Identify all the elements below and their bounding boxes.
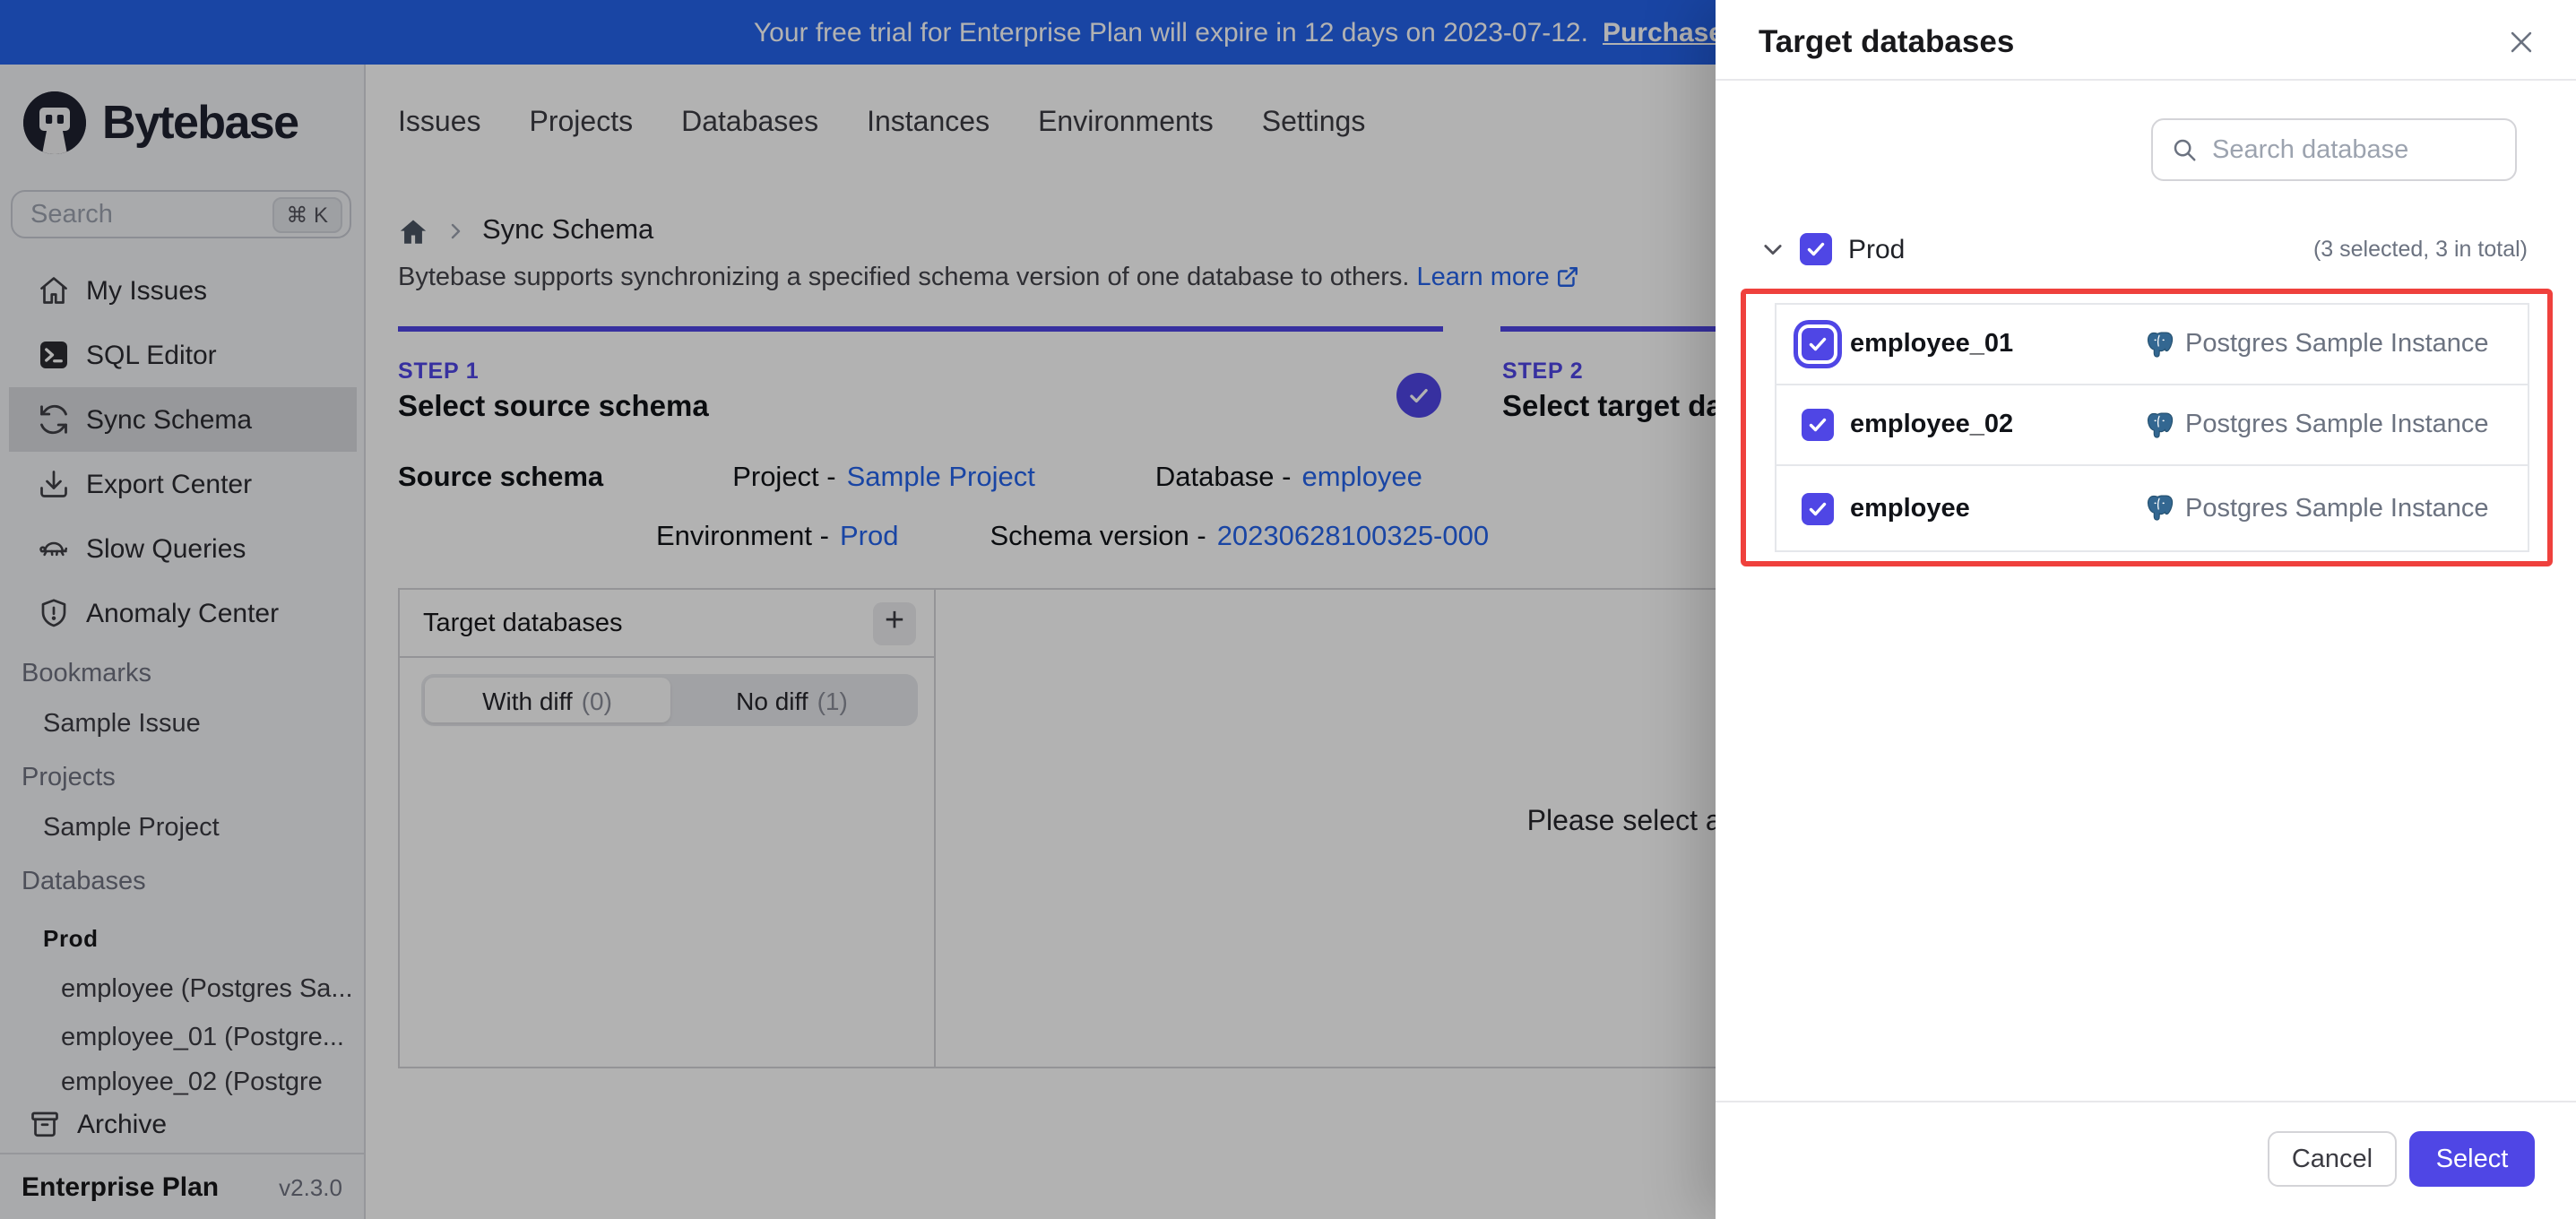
database-row-employee-02[interactable]: employee_02 Postgres Sample Instance [1776,385,2528,466]
database-instance: Postgres Sample Instance [2144,493,2489,523]
app-root: Your free trial for Enterprise Plan will… [0,0,2576,1219]
postgres-icon [2147,331,2174,357]
database-name: employee [1850,494,1970,523]
drawer-title: Target databases [1759,23,2015,59]
postgres-icon [2147,495,2174,521]
employee-01-checkbox[interactable] [1802,328,1834,360]
search-icon [2174,139,2196,161]
cancel-button[interactable]: Cancel [2268,1131,2397,1187]
database-instance: Postgres Sample Instance [2144,410,2489,440]
database-instance: Postgres Sample Instance [2144,329,2489,359]
postgres-icon [2147,411,2174,437]
database-name: employee_02 [1850,411,2014,439]
group-name: Prod [1848,234,1906,264]
database-row-employee-01[interactable]: employee_01 Postgres Sample Instance [1776,305,2528,385]
target-databases-drawer: Target databases Search database Prod (3… [1716,0,2576,1219]
database-list: employee_01 Postgres Sample Instance emp… [1775,303,2529,552]
drawer-header-divider [1716,79,2576,81]
prod-group-checkbox[interactable] [1800,233,1832,265]
chevron-down-icon[interactable] [1760,237,1785,262]
select-button[interactable]: Select [2409,1131,2535,1187]
group-selection-summary: (3 selected, 3 in total) [2312,237,2528,262]
drawer-search-input[interactable]: Search database [2151,118,2517,181]
database-name: employee_01 [1850,330,2014,359]
employee-checkbox[interactable] [1802,492,1834,524]
employee-02-checkbox[interactable] [1802,409,1834,441]
instance-name: Postgres Sample Instance [2185,411,2489,439]
instance-name: Postgres Sample Instance [2185,330,2489,359]
drawer-search-placeholder: Search database [2212,135,2409,164]
close-icon[interactable] [2501,22,2540,61]
database-row-employee[interactable]: employee Postgres Sample Instance [1776,466,2528,550]
environment-group-row: Prod (3 selected, 3 in total) [1716,228,2576,271]
drawer-footer-divider [1716,1101,2576,1102]
instance-name: Postgres Sample Instance [2185,494,2489,523]
